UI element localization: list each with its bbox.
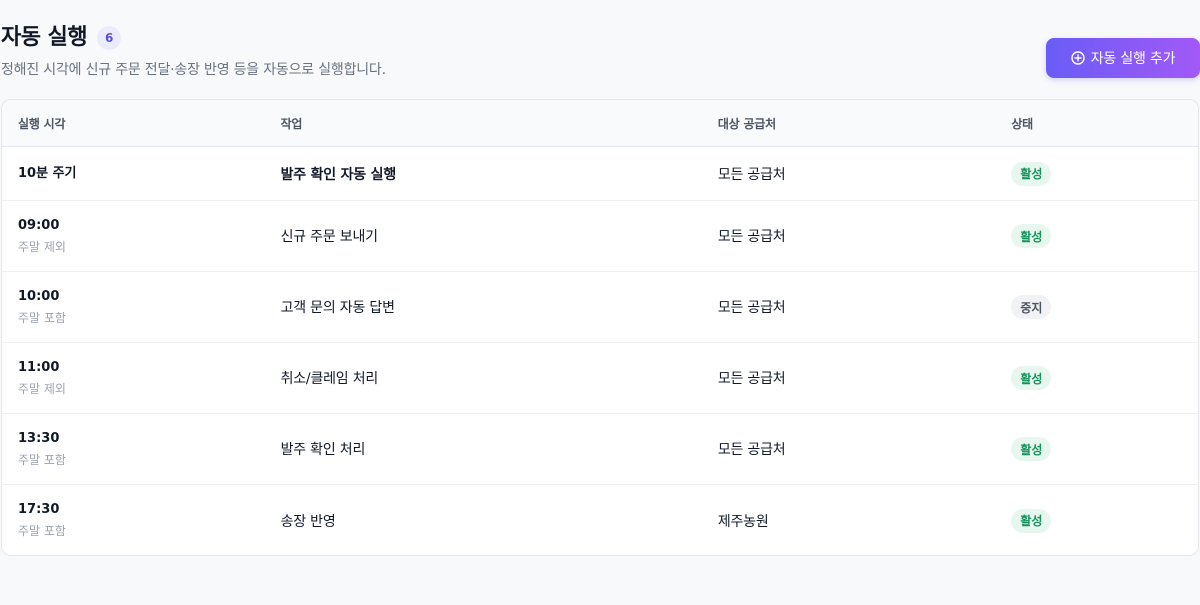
cell-target: 제주농원 (717, 513, 769, 530)
add-automation-label: 자동 실행 추가 (1090, 51, 1176, 67)
cell-time: 17:30 주말 포함 (2, 501, 265, 540)
cell-status: 활성 (995, 508, 1198, 533)
column-header-target: 대상 공급처 (717, 116, 776, 131)
table-row[interactable]: 09:00 주말 제외 신규 주문 보내기 모든 공급처 활성 (2, 201, 1198, 272)
page-subtitle: 정해진 시각에 신규 주문 전달·송장 반영 등을 자동으로 실행합니다. (1, 62, 386, 78)
cell-task: 취소/클레임 처리 (280, 371, 379, 387)
column-header-status: 상태 (1011, 116, 1034, 131)
count-badge: 6 (97, 26, 122, 50)
table-header: 실행 시각 작업 대상 공급처 상태 (2, 100, 1198, 147)
column-header-time: 실행 시각 (18, 116, 66, 131)
cell-task: 고객 문의 자동 답변 (280, 300, 395, 316)
cell-task: 발주 확인 처리 (280, 442, 366, 458)
cell-task: 송장 반영 (280, 513, 336, 530)
status-badge: 활성 (1011, 366, 1052, 390)
status-badge: 활성 (1011, 437, 1052, 461)
cell-time: 13:30 주말 포함 (2, 430, 265, 469)
cell-task: 신규 주문 보내기 (280, 229, 378, 245)
run-time: 17:30 (18, 502, 60, 517)
run-time: 10:00 (18, 288, 60, 304)
run-time-note: 주말 제외 (18, 239, 66, 254)
table-row[interactable]: 11:00 주말 제외 취소/클레임 처리 모든 공급처 활성 (2, 343, 1198, 414)
plus-circle-icon (1071, 51, 1085, 65)
run-time: 13:30 (18, 430, 60, 446)
cell-status: 활성 (995, 161, 1198, 186)
table-row[interactable]: 17:30 주말 포함 송장 반영 제주농원 활성 (2, 485, 1198, 555)
status-badge: 중지 (1011, 295, 1052, 319)
cell-target: 모든 공급처 (717, 371, 786, 387)
run-time: 10분 주기 (18, 165, 77, 181)
run-time-note: 주말 포함 (18, 524, 66, 538)
run-time-note: 주말 포함 (18, 310, 66, 325)
title-row: 자동 실행 6 (1, 24, 122, 52)
table-row[interactable]: 10:00 주말 포함 고객 문의 자동 답변 모든 공급처 중지 (2, 272, 1198, 343)
column-header-task: 작업 (280, 116, 303, 131)
cell-target: 모든 공급처 (717, 229, 786, 245)
page-title: 자동 실행 (1, 25, 88, 50)
automation-page: 자동 실행 6 정해진 시각에 신규 주문 전달·송장 반영 등을 자동으로 실… (0, 0, 1200, 605)
run-time: 09:00 (18, 217, 60, 233)
page-header: 자동 실행 6 정해진 시각에 신규 주문 전달·송장 반영 등을 자동으로 실… (0, 0, 1200, 96)
cell-target: 모든 공급처 (717, 166, 786, 183)
run-time: 11:00 (18, 359, 60, 375)
run-time-note: 주말 포함 (18, 452, 66, 467)
automation-table: 실행 시각 작업 대상 공급처 상태 10분 주기 발주 확인 자동 실행 모든 공… (1, 99, 1199, 556)
table-body: 10분 주기 발주 확인 자동 실행 모든 공급처 활성 09:00 주말 제외 신규 주문… (2, 147, 1198, 555)
add-automation-button[interactable]: 자동 실행 추가 (1046, 38, 1200, 78)
status-badge: 활성 (1011, 161, 1052, 186)
cell-status: 활성 (995, 224, 1198, 248)
table-row[interactable]: 10분 주기 발주 확인 자동 실행 모든 공급처 활성 (2, 147, 1198, 201)
cell-target: 모든 공급처 (717, 300, 786, 316)
cell-target: 모든 공급처 (717, 442, 786, 458)
status-badge: 활성 (1011, 224, 1052, 248)
run-time-note: 주말 제외 (18, 381, 66, 396)
cell-status: 중지 (995, 295, 1198, 319)
cell-time: 10분 주기 (2, 165, 265, 183)
table-row[interactable]: 13:30 주말 포함 발주 확인 처리 모든 공급처 활성 (2, 414, 1198, 485)
cell-time: 10:00 주말 포함 (2, 288, 265, 327)
cell-time: 11:00 주말 제외 (2, 359, 265, 398)
cell-time: 09:00 주말 제외 (2, 217, 265, 256)
cell-task: 발주 확인 자동 실행 (280, 166, 397, 183)
cell-status: 활성 (995, 437, 1198, 461)
cell-status: 활성 (995, 366, 1198, 390)
status-badge: 활성 (1011, 508, 1052, 533)
